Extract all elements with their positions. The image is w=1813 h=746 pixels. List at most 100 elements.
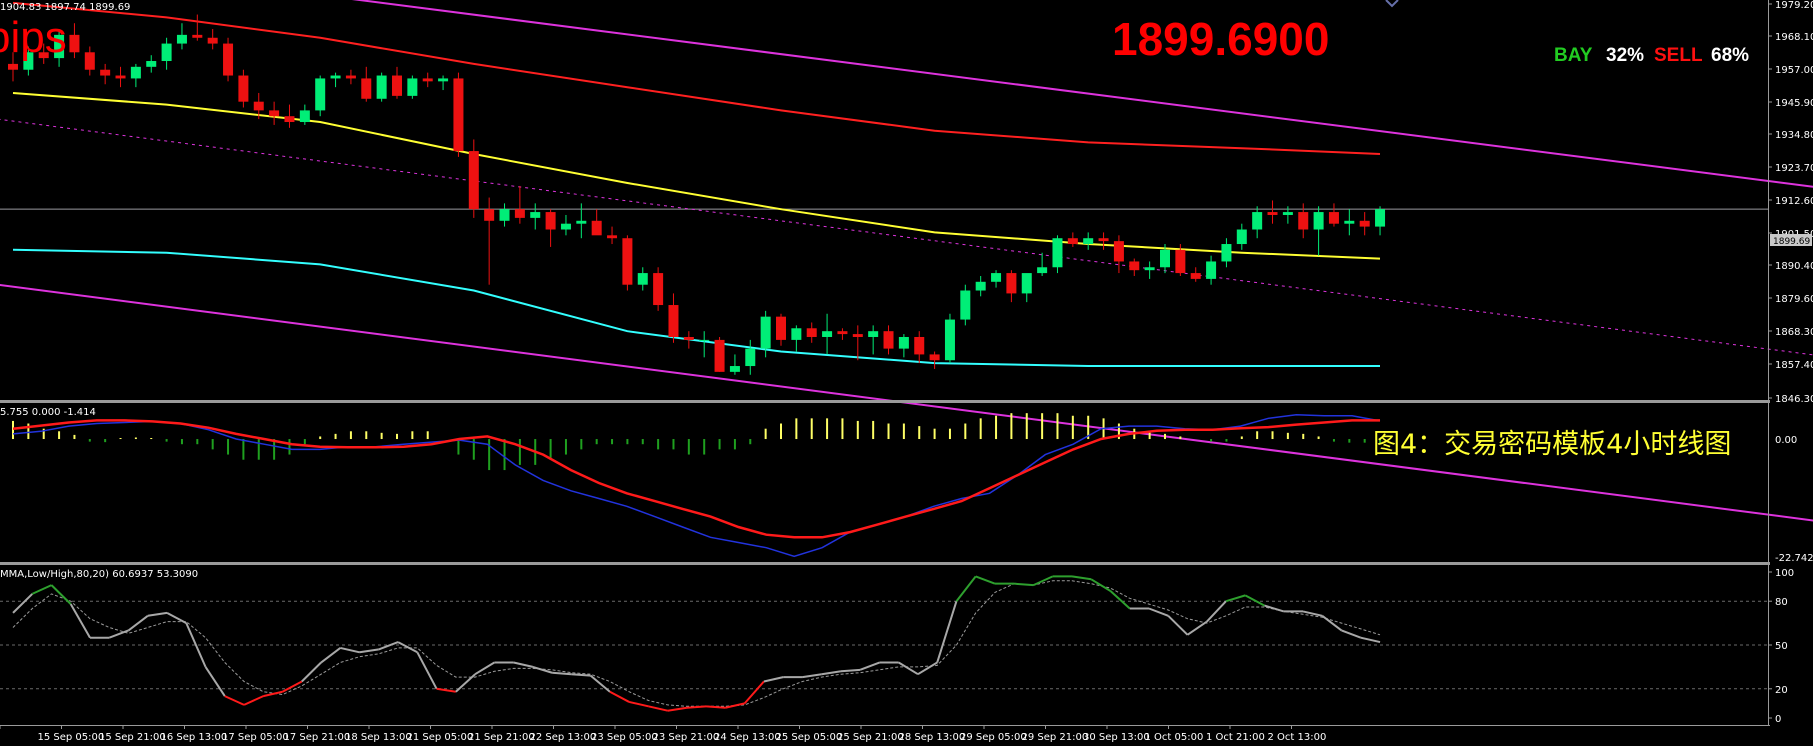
candle-body[interactable] bbox=[852, 334, 863, 337]
panel-separator[interactable] bbox=[0, 400, 1770, 403]
candle-body[interactable] bbox=[345, 75, 356, 79]
candle-body[interactable] bbox=[683, 336, 694, 340]
candle-body[interactable] bbox=[223, 43, 234, 76]
candle-body[interactable] bbox=[991, 273, 1002, 282]
candle-body[interactable] bbox=[1021, 273, 1032, 294]
candle-body[interactable] bbox=[161, 43, 172, 62]
candle-body[interactable] bbox=[591, 220, 602, 236]
candle-body[interactable] bbox=[453, 78, 464, 152]
candle-body[interactable] bbox=[1221, 244, 1232, 262]
candle-body[interactable] bbox=[269, 110, 280, 117]
candle-body[interactable] bbox=[253, 101, 264, 111]
candle-body[interactable] bbox=[361, 78, 372, 99]
chart-caption: 图4：交易密码模板4小时线图 bbox=[1373, 429, 1731, 460]
candle-body[interactable] bbox=[1359, 220, 1370, 227]
stochastic-axis-label: 100 bbox=[1775, 568, 1794, 579]
candle-body[interactable] bbox=[238, 75, 249, 102]
price-axis-label: 1879.60 bbox=[1775, 294, 1813, 305]
candle-body[interactable] bbox=[668, 305, 679, 337]
candle-body[interactable] bbox=[115, 75, 126, 79]
candle-body[interactable] bbox=[376, 75, 387, 99]
candle-body[interactable] bbox=[1144, 267, 1155, 271]
candle-body[interactable] bbox=[146, 61, 157, 67]
candle-body[interactable] bbox=[1083, 238, 1094, 245]
candle-body[interactable] bbox=[1098, 238, 1109, 242]
candle-body[interactable] bbox=[898, 336, 909, 349]
panel-separator[interactable] bbox=[0, 562, 1770, 565]
candle-body[interactable] bbox=[1313, 212, 1324, 230]
stochastic-axis-label: 50 bbox=[1775, 641, 1788, 652]
candle-body[interactable] bbox=[745, 348, 756, 367]
price-axis-label: 1968.10 bbox=[1775, 32, 1813, 43]
candle-body[interactable] bbox=[8, 63, 18, 70]
candle-body[interactable] bbox=[1160, 249, 1170, 268]
candle-body[interactable] bbox=[1267, 212, 1278, 215]
candle-body[interactable] bbox=[100, 69, 111, 76]
candle-body[interactable] bbox=[1344, 220, 1355, 224]
candle-body[interactable] bbox=[1236, 229, 1247, 245]
candle-body[interactable] bbox=[637, 273, 648, 285]
candle-body[interactable] bbox=[284, 116, 295, 123]
price-axis-label: 1957.00 bbox=[1775, 65, 1813, 76]
candle-body[interactable] bbox=[1190, 273, 1201, 279]
candle-body[interactable] bbox=[944, 319, 955, 361]
candle-body[interactable] bbox=[407, 78, 418, 96]
candle-body[interactable] bbox=[960, 290, 971, 320]
candle-body[interactable] bbox=[392, 75, 402, 96]
candle-body[interactable] bbox=[975, 281, 986, 291]
candle-body[interactable] bbox=[1113, 241, 1124, 262]
candle-body[interactable] bbox=[207, 37, 218, 44]
candle-body[interactable] bbox=[1328, 212, 1339, 224]
candle-body[interactable] bbox=[530, 212, 541, 218]
candle-body[interactable] bbox=[1175, 249, 1186, 274]
candle-body[interactable] bbox=[760, 316, 771, 349]
time-axis-label: 1 Oct 21:00 bbox=[1206, 732, 1265, 743]
candle-body[interactable] bbox=[84, 52, 95, 70]
candle-body[interactable] bbox=[468, 151, 479, 210]
candle-body[interactable] bbox=[914, 336, 925, 355]
candle-body[interactable] bbox=[176, 34, 187, 44]
candle-body[interactable] bbox=[729, 366, 740, 372]
candle-body[interactable] bbox=[1282, 212, 1293, 215]
candle-body[interactable] bbox=[822, 331, 833, 337]
candle-body[interactable] bbox=[837, 331, 848, 335]
candle-body[interactable] bbox=[622, 238, 633, 285]
candle-body[interactable] bbox=[438, 78, 449, 82]
candle-body[interactable] bbox=[1067, 238, 1078, 245]
candle-body[interactable] bbox=[806, 328, 817, 337]
candle-body[interactable] bbox=[545, 212, 556, 230]
candle-body[interactable] bbox=[699, 339, 710, 341]
price-axis-label: 1934.80 bbox=[1775, 130, 1813, 141]
candle-body[interactable] bbox=[499, 209, 510, 221]
candle-body[interactable] bbox=[868, 331, 879, 337]
candle-body[interactable] bbox=[330, 75, 341, 79]
candle-body[interactable] bbox=[1252, 212, 1263, 230]
candle-body[interactable] bbox=[484, 209, 495, 221]
candle-body[interactable] bbox=[1006, 273, 1017, 294]
candle-body[interactable] bbox=[315, 78, 326, 111]
candle-body[interactable] bbox=[1129, 261, 1140, 271]
candle-body[interactable] bbox=[1206, 261, 1217, 279]
candle-body[interactable] bbox=[1052, 238, 1063, 268]
candle-body[interactable] bbox=[560, 223, 571, 230]
candle-body[interactable] bbox=[929, 354, 940, 361]
candle-body[interactable] bbox=[130, 66, 141, 79]
candle-body[interactable] bbox=[1375, 209, 1386, 227]
candle-body[interactable] bbox=[69, 34, 80, 53]
price-axis-label: 1868.30 bbox=[1775, 327, 1813, 338]
time-axis-label: 18 Sep 13:00 bbox=[345, 732, 412, 743]
candle-body[interactable] bbox=[791, 328, 802, 340]
candle-body[interactable] bbox=[299, 110, 310, 123]
bay-label: BAY bbox=[1554, 45, 1593, 66]
candle-body[interactable] bbox=[192, 34, 203, 38]
candle-body[interactable] bbox=[607, 235, 618, 239]
candle-body[interactable] bbox=[776, 316, 786, 340]
candle-body[interactable] bbox=[883, 331, 894, 349]
candle-body[interactable] bbox=[714, 339, 725, 372]
candle-body[interactable] bbox=[576, 220, 587, 224]
candle-body[interactable] bbox=[1037, 267, 1048, 274]
candle-body[interactable] bbox=[1298, 212, 1309, 230]
candle-body[interactable] bbox=[514, 209, 525, 218]
candle-body[interactable] bbox=[422, 78, 433, 82]
candle-body[interactable] bbox=[653, 273, 664, 306]
